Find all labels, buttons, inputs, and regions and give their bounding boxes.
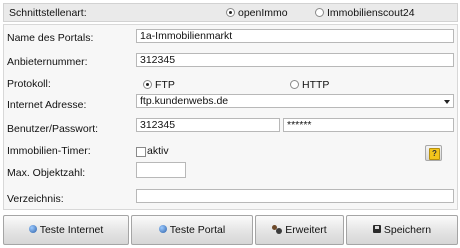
- max-objects-label: Max. Objektzahl:: [7, 167, 86, 179]
- portal-settings-window: Schnittstellenart: openImmo Immobiliensc…: [0, 0, 460, 248]
- timer-label: Immobilien-Timer:: [7, 145, 91, 157]
- interface-type-bar: Schnittstellenart: openImmo Immobiliensc…: [3, 3, 458, 22]
- radio-openimmo-indicator[interactable]: [226, 8, 235, 17]
- save-label: Speichern: [383, 224, 432, 236]
- save-disk-icon: [372, 225, 381, 234]
- radio-openimmo-label: openImmo: [238, 7, 288, 19]
- interface-type-label: Schnittstellenart:: [9, 7, 87, 19]
- radio-immobilienscout24-indicator[interactable]: [315, 8, 324, 17]
- internet-address-value: ftp.kundenwebs.de: [140, 95, 229, 107]
- settings-panel: [3, 24, 458, 210]
- directory-input[interactable]: [136, 189, 454, 203]
- test-internet-button[interactable]: Teste Internet: [3, 215, 129, 245]
- save-button[interactable]: Speichern: [346, 215, 458, 245]
- portal-name-input[interactable]: 1a-Immobilienmarkt: [136, 29, 454, 43]
- radio-immobilienscout24[interactable]: Immobilienscout24: [315, 7, 415, 19]
- credentials-label: Benutzer/Passwort:: [7, 123, 99, 135]
- provider-number-label: Anbieternummer:: [7, 56, 88, 68]
- globe-icon: [158, 225, 167, 234]
- radio-openimmo[interactable]: openImmo: [226, 7, 288, 19]
- password-input[interactable]: ******: [283, 118, 454, 132]
- internet-address-label: Internet Adresse:: [7, 99, 87, 111]
- globe-icon: [28, 225, 37, 234]
- help-button[interactable]: ?: [425, 145, 442, 161]
- radio-http-indicator[interactable]: [290, 80, 299, 89]
- action-bar: Teste Internet Teste Portal Erweitert Sp…: [3, 215, 458, 245]
- timer-active-checkbox[interactable]: [136, 147, 146, 157]
- radio-http-label: HTTP: [302, 79, 330, 91]
- help-question-icon: ?: [429, 148, 440, 160]
- users-icon: [272, 224, 283, 234]
- advanced-button[interactable]: Erweitert: [255, 215, 344, 245]
- provider-number-input[interactable]: 312345: [136, 53, 454, 67]
- test-portal-button[interactable]: Teste Portal: [131, 215, 253, 245]
- portal-name-label: Name des Portals:: [7, 32, 94, 44]
- chevron-down-icon[interactable]: [444, 100, 450, 104]
- radio-http[interactable]: HTTP: [290, 79, 329, 91]
- directory-label: Verzeichnis:: [7, 193, 64, 205]
- radio-immobilienscout24-label: Immobilienscout24: [327, 7, 415, 19]
- test-internet-label: Teste Internet: [39, 224, 104, 236]
- timer-active-label: aktiv: [147, 145, 169, 157]
- radio-ftp[interactable]: FTP: [143, 79, 175, 91]
- username-input[interactable]: 312345: [136, 118, 280, 132]
- radio-ftp-label: FTP: [155, 79, 175, 91]
- max-objects-input[interactable]: [136, 162, 186, 178]
- advanced-label: Erweitert: [285, 224, 327, 236]
- radio-ftp-indicator[interactable]: [143, 80, 152, 89]
- protocol-label: Protokoll:: [7, 78, 51, 90]
- internet-address-select[interactable]: ftp.kundenwebs.de: [136, 94, 454, 108]
- test-portal-label: Teste Portal: [169, 224, 226, 236]
